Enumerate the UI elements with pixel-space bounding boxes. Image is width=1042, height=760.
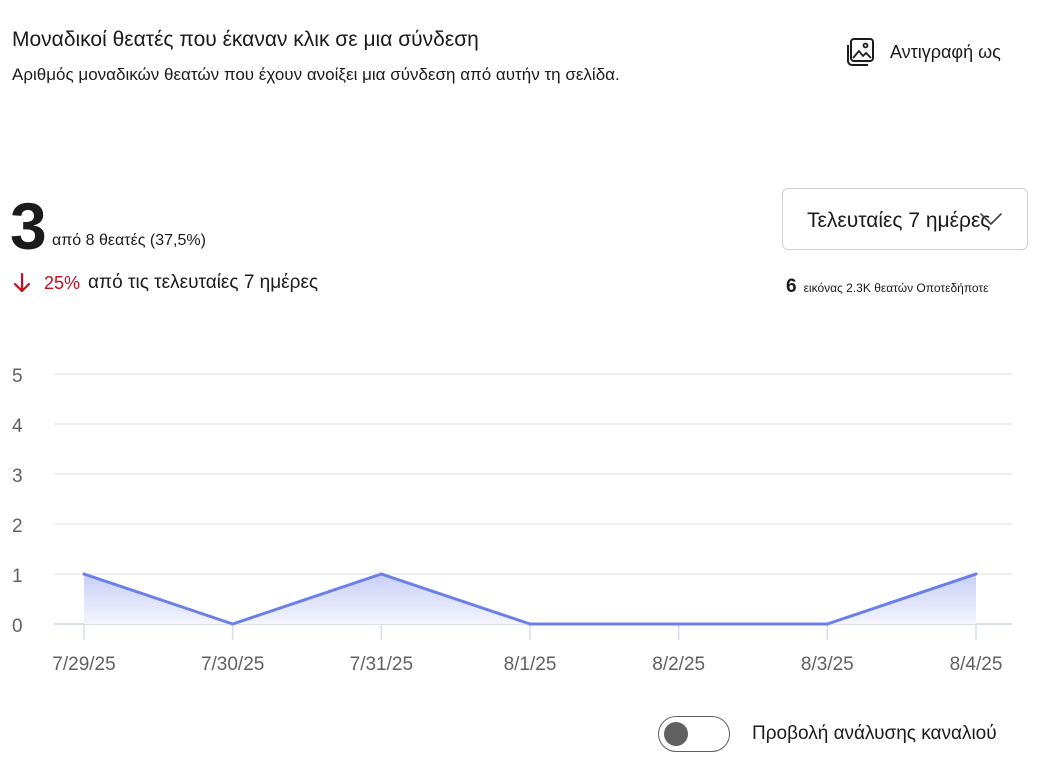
data-point	[528, 622, 532, 626]
page-title: Μοναδικοί θεατές που έκαναν κλικ σε μια …	[12, 28, 479, 51]
x-tick-label: 8/2/25	[652, 654, 705, 675]
data-point	[825, 622, 829, 626]
y-tick-label: 3	[12, 466, 23, 487]
change-percentage: 25%	[44, 272, 81, 293]
date-range-dropdown[interactable]: Τελευταίες 7 ημέρες	[782, 188, 1028, 250]
y-tick-label: 2	[12, 516, 23, 537]
clicks-area-chart: 0 1 2 3 4 5 7/29/25 7/30/25 7/31/25 8/1/25 8/2/25 8…	[12, 366, 1012, 675]
metric-of-viewers: από 8 θεατές (37,5%)	[52, 232, 206, 249]
data-point	[677, 622, 681, 626]
change-period: από τις τελευταίες 7 ημέρες	[88, 272, 319, 293]
date-range-value: Τελευταίες 7 ημέρες	[807, 209, 991, 232]
data-point	[82, 572, 86, 576]
summary-count: 6	[786, 276, 797, 297]
metric-change: 25% από τις τελευταίες 7 ημέρες	[12, 272, 318, 294]
copy-as-label: Αντιγραφή ως	[890, 41, 1001, 62]
image-copy-icon	[844, 36, 876, 68]
chevron-down-icon	[979, 211, 1003, 227]
metric-value: 3	[10, 189, 47, 263]
toggle-knob	[664, 722, 688, 746]
x-tick-label: 8/3/25	[801, 654, 854, 675]
channel-breakdown-label: Προβολή ανάλυσης καναλιού	[752, 723, 997, 744]
arrow-down-icon	[12, 272, 32, 294]
channel-breakdown-toggle-row: Προβολή ανάλυσης καναλιού	[658, 716, 997, 752]
x-tick-label: 7/30/25	[201, 654, 264, 675]
channel-breakdown-toggle[interactable]	[658, 716, 730, 752]
y-tick-label: 1	[12, 566, 23, 587]
y-tick-label: 0	[12, 616, 23, 637]
data-point	[379, 572, 383, 576]
summary-text: εικόνας 2.3K θεατών Οποτεδήποτε	[803, 281, 989, 295]
y-tick-label: 5	[12, 366, 23, 387]
series-line	[82, 572, 978, 626]
data-point	[974, 572, 978, 576]
series-area	[84, 574, 976, 624]
y-tick-label: 4	[12, 416, 23, 437]
copy-as-button[interactable]: Αντιγραφή ως	[844, 36, 1001, 68]
x-tick-label: 7/31/25	[350, 654, 413, 675]
x-tick-label: 8/4/25	[950, 654, 1003, 675]
overall-summary: 6 εικόνας 2.3K θεατών Οποτεδήποτε	[786, 276, 989, 298]
page-subtitle: Αριθμός μοναδικών θεατών που έχουν ανοίξ…	[12, 65, 620, 84]
x-tick-label: 7/29/25	[52, 654, 115, 675]
data-point	[231, 622, 235, 626]
x-tick-label: 8/1/25	[504, 654, 557, 675]
